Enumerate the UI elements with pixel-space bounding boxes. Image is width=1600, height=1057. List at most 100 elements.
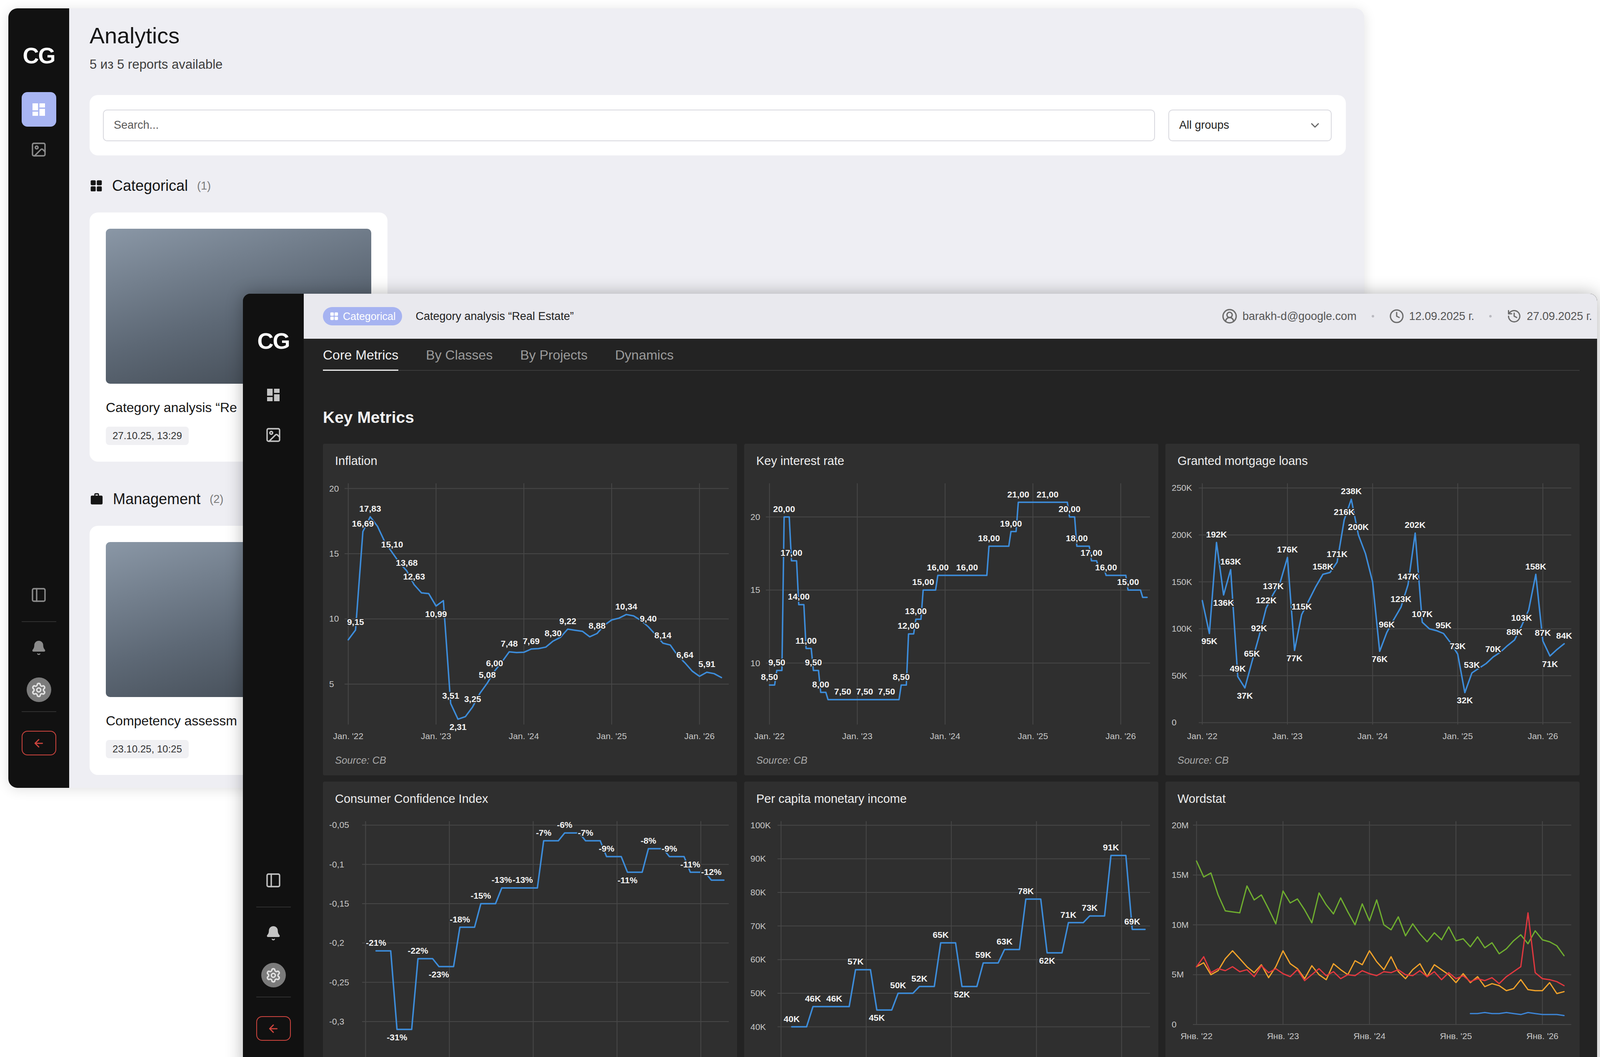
nav-item[interactable]: [21, 132, 57, 167]
data-label: 10,34: [615, 601, 638, 612]
data-label: 115K: [1291, 601, 1312, 612]
data-label: 46K: [805, 993, 822, 1004]
data-label: -12%: [701, 867, 722, 877]
logo[interactable]: CG: [22, 42, 55, 68]
data-label: 192K: [1205, 529, 1227, 540]
settings-button[interactable]: [256, 957, 291, 993]
data-label: 40K: [783, 1014, 800, 1024]
sidebar-divider: [256, 906, 291, 908]
grid-line: [777, 925, 1150, 927]
data-label: 8,14: [654, 630, 672, 640]
data-label: 13,68: [395, 557, 418, 568]
tab-bar: Core Metrics By Classes By Projects Dynamic…: [322, 338, 1580, 371]
grid-line: [1192, 924, 1572, 926]
x-tick-label: Jan. '24: [508, 731, 540, 741]
y-tick-label: -0,25: [329, 977, 350, 988]
data-label: 9,50: [805, 657, 823, 668]
data-label: 96K: [1378, 619, 1395, 630]
grid-line: [611, 483, 613, 725]
grid-line: [769, 483, 770, 725]
notifications-button[interactable]: [21, 630, 57, 665]
grid-line: [344, 683, 729, 685]
nav-item[interactable]: [256, 377, 291, 413]
data-label: -31%: [386, 1032, 408, 1043]
grid-line: [765, 589, 1150, 591]
y-tick-label: 15: [750, 585, 760, 595]
data-label: -21%: [365, 937, 387, 948]
data-label: 88K: [1506, 627, 1523, 637]
search-input[interactable]: [102, 109, 1155, 142]
data-label: 16,00: [1095, 562, 1118, 573]
panel-icon: [265, 872, 282, 889]
data-label: 200K: [1347, 522, 1369, 532]
data-label: 19,00: [1000, 518, 1023, 529]
grid-line: [344, 553, 729, 555]
tab[interactable]: Dynamics: [615, 338, 674, 371]
x-tick-label: Янв. '26: [1526, 1031, 1559, 1041]
data-label: 21,00: [1007, 489, 1030, 500]
data-label: -23%: [428, 969, 450, 980]
group-select-value: All groups: [1179, 118, 1230, 132]
nav-list: [256, 377, 291, 453]
page-subtitle: 5 из 5 reports available: [89, 56, 1346, 73]
data-label: 20,00: [1058, 504, 1081, 514]
grid-line: [699, 483, 700, 725]
grid-line: [344, 618, 729, 620]
data-label: 63K: [996, 936, 1013, 947]
data-label: 53K: [1463, 660, 1480, 670]
data-label: 15,00: [912, 577, 935, 587]
y-tick-label: 10M: [1171, 920, 1189, 930]
series-line: [1470, 1012, 1565, 1016]
data-label: 13,00: [905, 606, 928, 616]
data-label: 107K: [1411, 609, 1433, 619]
section-header: Categorical(1): [89, 176, 1346, 195]
section-title: Key Metrics: [322, 407, 1580, 428]
data-label: 70K: [1485, 644, 1502, 654]
data-label: 3,51: [442, 690, 460, 701]
data-label: 17,00: [1080, 547, 1103, 558]
data-label: 65K: [932, 930, 949, 940]
tab[interactable]: Core Metrics: [322, 338, 399, 371]
category-badge: Categorical: [322, 307, 403, 326]
grid-line: [362, 903, 729, 905]
data-label: -15%: [470, 890, 491, 901]
logout-button[interactable]: [21, 730, 57, 756]
collapse-button[interactable]: [256, 862, 291, 898]
data-label: 7,48: [500, 638, 518, 649]
data-label: 45K: [868, 1012, 885, 1023]
nav-item[interactable]: [256, 417, 291, 453]
data-label: 46K: [826, 993, 843, 1004]
logo[interactable]: CG: [257, 328, 290, 354]
data-label: 9,22: [559, 616, 577, 626]
data-label: 91K: [1102, 842, 1120, 853]
settings-button[interactable]: [21, 672, 57, 708]
grid-line: [865, 821, 867, 1057]
data-label: 171K: [1326, 549, 1348, 559]
logout-button[interactable]: [256, 1016, 291, 1041]
y-tick-label: 90K: [750, 853, 766, 864]
tab[interactable]: By Projects: [520, 338, 588, 371]
x-tick-label: Янв. '25: [1440, 1031, 1473, 1041]
x-tick-label: Jan. '25: [596, 731, 628, 741]
data-label: -13%: [512, 875, 533, 885]
data-label: 50K: [890, 980, 907, 990]
collapse-button[interactable]: [21, 577, 57, 613]
line-chart: -0,05-0,1-0,15-0,2-0,25-0,3-21%-31%-22%-…: [322, 806, 738, 1057]
grid-line: [1198, 675, 1572, 677]
nav-item[interactable]: [21, 92, 57, 127]
notifications-button[interactable]: [256, 915, 291, 951]
grid-line: [1198, 534, 1572, 536]
data-label: 12,00: [897, 620, 920, 631]
data-label: 95K: [1435, 620, 1452, 630]
tab[interactable]: By Classes: [425, 338, 493, 371]
grid-icon: [329, 311, 339, 321]
grid-line: [1542, 483, 1544, 725]
data-label: 158K: [1525, 561, 1547, 572]
grid-line: [362, 864, 729, 865]
group-select[interactable]: All groups: [1168, 109, 1332, 142]
chevron-down-icon: [1308, 118, 1322, 133]
page-title: Analytics: [89, 22, 1346, 50]
series-line: [1196, 950, 1565, 994]
gear-icon: [265, 967, 282, 984]
grid-line: [1282, 821, 1284, 1025]
